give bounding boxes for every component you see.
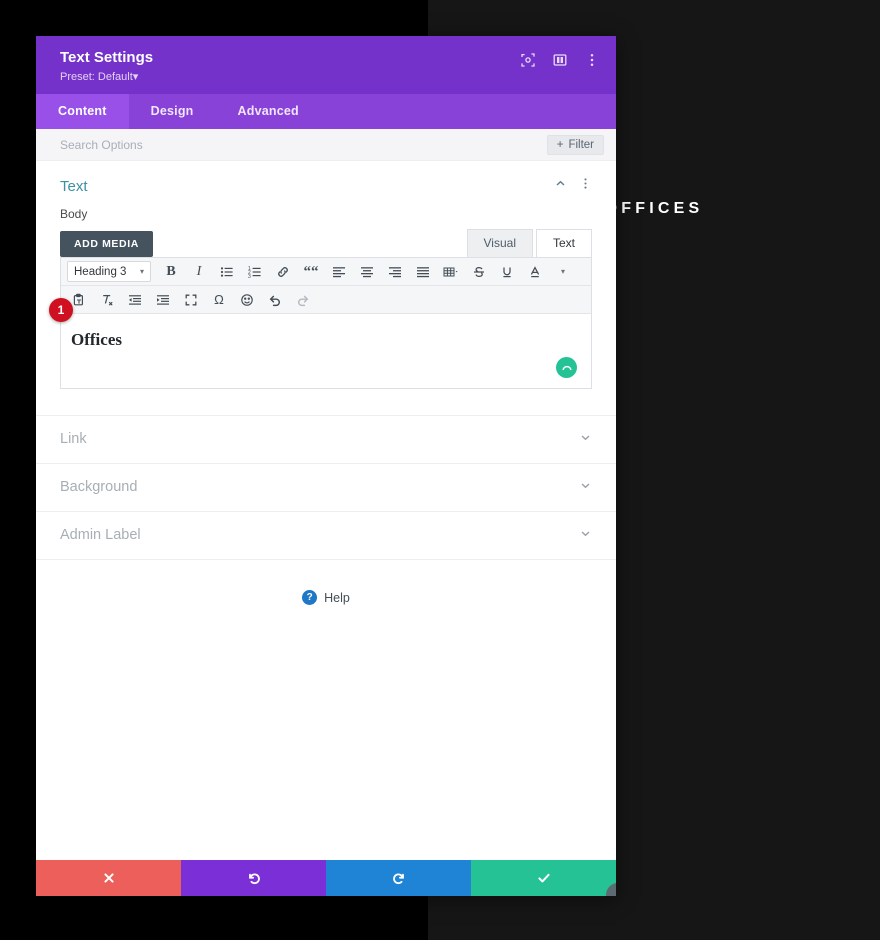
editor-top-line: ADD MEDIA Visual Text: [60, 229, 592, 257]
undo-icon[interactable]: [261, 289, 289, 310]
chevron-down-icon: [579, 479, 592, 495]
section-text-header: Text: [60, 177, 592, 207]
undo-button[interactable]: [181, 860, 326, 896]
strikethrough-icon[interactable]: [465, 261, 493, 282]
tab-design[interactable]: Design: [129, 94, 216, 129]
rich-text-editor: Heading 3 ▾ B I 1 2 3 ““ ▾ Ω 1 Offices: [49, 257, 592, 389]
redo-icon: [392, 873, 404, 885]
collapsed-sections: Link Background Admin Label: [36, 415, 616, 560]
help-link[interactable]: ? Help: [36, 560, 616, 605]
section-text-title: Text: [60, 177, 88, 195]
chevron-down-icon: ▾: [139, 267, 144, 276]
outdent-icon[interactable]: [121, 289, 149, 310]
text-color-caret-icon[interactable]: ▾: [549, 261, 577, 282]
editor-toolbar-row-2: Ω: [61, 286, 591, 314]
panel-preset-caret: ▾: [132, 71, 139, 83]
add-media-button[interactable]: ADD MEDIA: [60, 231, 153, 257]
editor-tab-visual[interactable]: Visual: [466, 229, 533, 257]
chevron-down-icon: [579, 431, 592, 447]
undo-icon: [248, 873, 260, 885]
blockquote-icon[interactable]: ““: [297, 261, 325, 282]
body-field-label: Body: [60, 207, 88, 221]
align-center-icon[interactable]: [353, 261, 381, 282]
numbered-list-icon[interactable]: 1 2 3: [241, 261, 269, 282]
filter-button-label: Filter: [568, 138, 594, 151]
align-right-icon[interactable]: [381, 261, 409, 282]
link-icon[interactable]: [269, 261, 297, 282]
more-vertical-icon[interactable]: [584, 52, 600, 68]
fullscreen-icon[interactable]: [177, 289, 205, 310]
panel-body: Text Body ADD MEDIA Visual Text Heading …: [36, 161, 616, 860]
cancel-button[interactable]: [36, 860, 181, 896]
help-label: Help: [324, 590, 350, 605]
text-settings-panel: Text Settings Preset: Default▾ Content D…: [36, 36, 616, 896]
editor-toolbar-row-1: Heading 3 ▾ B I 1 2 3 ““ ▾: [61, 258, 591, 286]
align-left-icon[interactable]: [325, 261, 353, 282]
align-justify-icon[interactable]: [409, 261, 437, 282]
section-background-label: Background: [60, 479, 138, 495]
editor-tab-text[interactable]: Text: [535, 229, 592, 257]
panel-tabs: Content Design Advanced: [36, 94, 616, 129]
panel-footer: [36, 860, 616, 896]
editor-content-area[interactable]: 1 Offices: [49, 298, 591, 388]
editor-mode-tabs: Visual Text: [466, 229, 592, 257]
step-badge-1: 1: [49, 298, 73, 322]
bold-icon[interactable]: B: [157, 261, 185, 282]
section-admin-label-label: Admin Label: [60, 527, 141, 543]
svg-text:3: 3: [248, 274, 251, 279]
panel-header-actions: [520, 52, 600, 68]
section-link[interactable]: Link: [36, 416, 616, 464]
redo-button[interactable]: [326, 860, 471, 896]
panel-header: Text Settings Preset: Default▾: [36, 36, 616, 94]
panel-preset-selector[interactable]: Preset: Default▾: [60, 71, 153, 84]
save-button[interactable]: [471, 860, 616, 896]
saving-spinner-icon: [556, 357, 577, 378]
check-icon: [537, 873, 550, 883]
section-background[interactable]: Background: [36, 464, 616, 512]
section-text: Text Body ADD MEDIA Visual Text Heading …: [36, 161, 616, 389]
search-input[interactable]: [60, 137, 360, 152]
search-bar: + Filter: [36, 129, 616, 161]
chevron-down-icon: [579, 527, 592, 543]
underline-icon[interactable]: [493, 261, 521, 282]
section-link-label: Link: [60, 431, 87, 447]
tab-advanced[interactable]: Advanced: [216, 94, 321, 129]
panel-layout-icon[interactable]: [552, 52, 568, 68]
special-character-icon[interactable]: Ω: [205, 289, 233, 310]
section-admin-label[interactable]: Admin Label: [36, 512, 616, 560]
panel-title: Text Settings: [60, 49, 154, 66]
help-circle-icon: ?: [302, 590, 318, 605]
plus-icon: +: [556, 138, 564, 151]
format-select[interactable]: Heading 3 ▾: [67, 261, 151, 282]
emoji-icon[interactable]: [233, 289, 261, 310]
close-icon: [103, 873, 114, 883]
indent-icon[interactable]: [149, 289, 177, 310]
tab-content[interactable]: Content: [36, 94, 129, 129]
table-icon[interactable]: [437, 261, 465, 282]
more-vertical-icon[interactable]: [579, 177, 592, 195]
clear-formatting-icon[interactable]: [93, 289, 121, 310]
format-select-value: Heading 3: [74, 265, 127, 278]
section-text-actions: [554, 177, 592, 195]
italic-icon[interactable]: I: [185, 261, 213, 282]
text-color-icon[interactable]: [521, 261, 549, 282]
bullet-list-icon[interactable]: [213, 261, 241, 282]
panel-preset-label: Preset: Default: [60, 71, 133, 83]
panel-header-titles: Text Settings Preset: Default▾: [60, 48, 153, 84]
editor-heading-text[interactable]: Offices: [71, 330, 573, 350]
chevron-up-icon[interactable]: [554, 177, 567, 195]
focus-target-icon[interactable]: [520, 52, 536, 68]
redo-icon[interactable]: [289, 289, 317, 310]
filter-button[interactable]: + Filter: [546, 134, 604, 155]
